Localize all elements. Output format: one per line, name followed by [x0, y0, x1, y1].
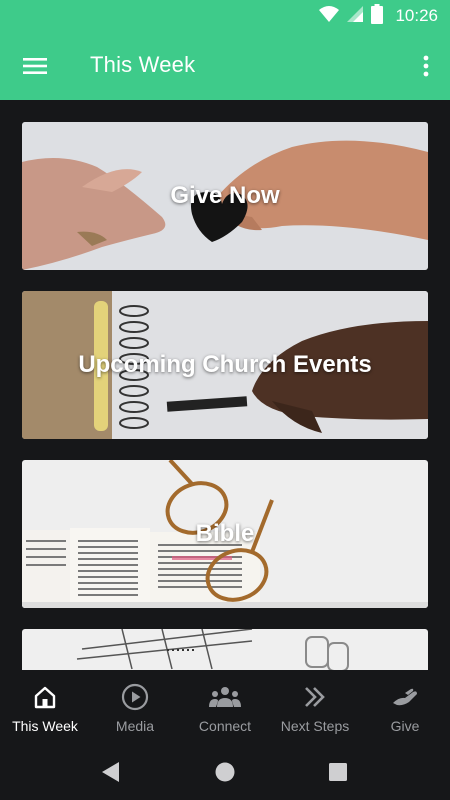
nav-item-next-steps[interactable]: Next Steps: [270, 670, 360, 742]
giving-hand-icon: [391, 682, 419, 712]
signal-icon: [347, 5, 364, 27]
status-bar: 10:26: [0, 0, 450, 32]
hamburger-menu-icon[interactable]: [14, 46, 56, 86]
card-label: [22, 629, 428, 670]
app-screen: 10:26 This Week Give Now Upcoming Church…: [0, 0, 450, 800]
home-icon: [32, 682, 58, 712]
nav-item-connect[interactable]: Connect: [180, 670, 270, 742]
people-group-icon: [209, 682, 241, 712]
app-bar: This Week: [0, 32, 450, 100]
card-upcoming-events[interactable]: Upcoming Church Events: [22, 291, 428, 439]
page-title: This Week: [90, 52, 196, 77]
card-bible[interactable]: Bible: [22, 460, 428, 608]
nav-item-this-week[interactable]: This Week: [0, 670, 90, 742]
nav-label: Next Steps: [280, 718, 350, 734]
home-circle-icon[interactable]: [211, 758, 239, 786]
card-list: Give Now Upcoming Church Events Bible: [0, 100, 450, 670]
card-give-now[interactable]: Give Now: [22, 122, 428, 270]
card-label: Give Now: [170, 182, 280, 209]
card-calendar[interactable]: [22, 629, 428, 670]
nav-label: This Week: [12, 718, 78, 734]
nav-item-give[interactable]: Give: [360, 670, 450, 742]
bottom-navigation: This Week Media Connect Next Steps Give: [0, 670, 450, 742]
card-label: Upcoming Church Events: [78, 351, 372, 378]
wifi-icon: [319, 5, 340, 27]
nav-label: Media: [115, 718, 155, 734]
nav-item-media[interactable]: Media: [90, 670, 180, 742]
more-vert-icon[interactable]: [412, 46, 440, 86]
system-navigation-bar: [0, 742, 450, 800]
back-triangle-icon[interactable]: [97, 758, 125, 786]
status-icons: 10:26: [319, 3, 438, 29]
battery-icon: [371, 3, 384, 29]
nav-label: Give: [390, 718, 420, 734]
recents-square-icon[interactable]: [324, 758, 352, 786]
nav-label: Connect: [198, 718, 252, 734]
status-time: 10:26: [395, 6, 438, 25]
double-chevron-icon: [302, 682, 328, 712]
card-label: Bible: [195, 520, 255, 547]
play-circle-icon: [121, 682, 149, 712]
